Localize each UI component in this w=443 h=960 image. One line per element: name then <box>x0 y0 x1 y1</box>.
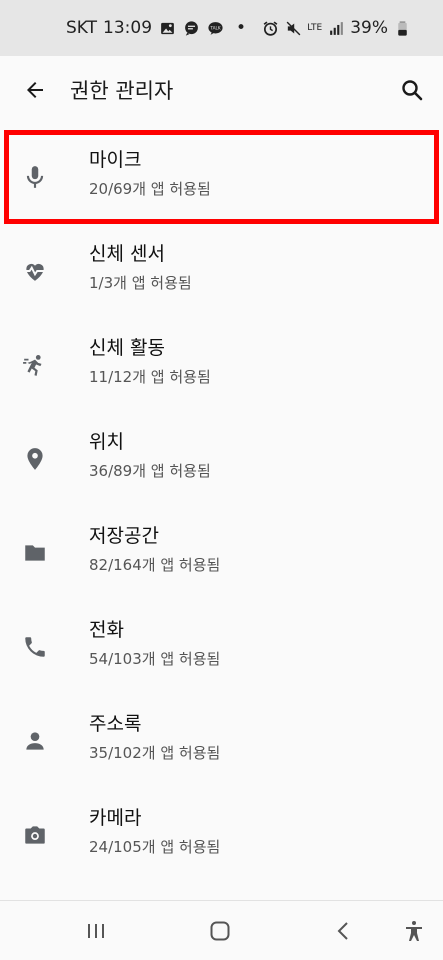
heart-rate-icon <box>21 257 49 285</box>
carrier-label: SKT <box>66 18 98 38</box>
permission-item-body-sensors[interactable]: 신체 센서 1/3개 앱 허용됨 <box>0 224 443 318</box>
permission-count: 1/3개 앱 허용됨 <box>89 274 192 292</box>
search-icon[interactable] <box>399 77 425 103</box>
message-icon <box>182 19 200 37</box>
status-bar: SKT 13:09 TALK • LTE 39% <box>0 0 443 56</box>
permission-item-storage[interactable]: 저장공간 82/164개 앱 허용됨 <box>0 506 443 600</box>
status-left: SKT 13:09 TALK • <box>66 18 246 38</box>
permission-text: 전화 54/103개 앱 허용됨 <box>89 618 220 670</box>
alarm-icon <box>261 19 279 37</box>
location-pin-icon <box>21 445 49 473</box>
microphone-icon <box>21 163 49 191</box>
mute-icon <box>284 19 302 37</box>
permission-name: 신체 활동 <box>89 337 165 359</box>
back-icon[interactable] <box>330 917 358 945</box>
permission-name: 마이크 <box>89 149 142 171</box>
recent-apps-icon[interactable] <box>82 917 110 945</box>
permission-text: 신체 센서 1/3개 앱 허용됨 <box>89 242 192 294</box>
kakaotalk-icon: TALK <box>206 19 224 37</box>
permission-count: 82/164개 앱 허용됨 <box>89 556 221 574</box>
phone-icon <box>21 633 49 661</box>
status-right: LTE 39% <box>261 18 411 38</box>
permission-count: 35/102개 앱 허용됨 <box>89 744 221 762</box>
permission-text: 위치 36/89개 앱 허용됨 <box>89 430 211 482</box>
permission-text: 신체 활동 11/12개 앱 허용됨 <box>89 336 211 388</box>
permission-text: 카메라 24/105개 앱 허용됨 <box>89 806 220 858</box>
home-icon[interactable] <box>206 917 234 945</box>
permission-text: 주소록 35/102개 앱 허용됨 <box>89 712 220 764</box>
permission-name: 위치 <box>89 431 124 453</box>
permission-text: 저장공간 82/164개 앱 허용됨 <box>89 524 220 576</box>
permission-count: 20/69개 앱 허용됨 <box>89 180 211 198</box>
permission-name: 신체 센서 <box>89 243 165 265</box>
permission-name: 카메라 <box>89 807 142 829</box>
permission-item-physical-activity[interactable]: 신체 활동 11/12개 앱 허용됨 <box>0 318 443 412</box>
permission-name: 주소록 <box>89 713 142 735</box>
permission-count: 36/89개 앱 허용됨 <box>89 462 211 480</box>
running-icon <box>21 351 49 379</box>
permission-list: 마이크 20/69개 앱 허용됨 신체 센서 1/3개 앱 허용됨 신체 활동 … <box>0 130 443 882</box>
camera-icon <box>21 821 49 849</box>
signal-icon <box>327 19 345 37</box>
svg-text:TALK: TALK <box>209 25 221 31</box>
page-title: 권한 관리자 <box>70 79 174 103</box>
permission-item-microphone[interactable]: 마이크 20/69개 앱 허용됨 <box>4 130 439 224</box>
permission-count: 24/105개 앱 허용됨 <box>89 838 221 856</box>
back-arrow-icon[interactable] <box>22 77 48 103</box>
permission-item-phone[interactable]: 전화 54/103개 앱 허용됨 <box>0 600 443 694</box>
app-bar: 권한 관리자 <box>0 56 443 124</box>
permission-name: 전화 <box>89 619 124 641</box>
network-type-label: LTE <box>307 22 323 33</box>
permission-item-camera[interactable]: 카메라 24/105개 앱 허용됨 <box>0 788 443 882</box>
folder-icon <box>21 539 49 567</box>
notification-dot: • <box>236 18 247 38</box>
permission-item-location[interactable]: 위치 36/89개 앱 허용됨 <box>0 412 443 506</box>
person-icon <box>21 727 49 755</box>
battery-percent: 39% <box>350 18 388 38</box>
clock: 13:09 <box>103 18 153 38</box>
battery-icon <box>393 19 411 37</box>
permission-count: 11/12개 앱 허용됨 <box>89 368 211 386</box>
permission-count: 54/103개 앱 허용됨 <box>89 650 221 668</box>
permission-name: 저장공간 <box>89 525 159 547</box>
navigation-bar <box>0 900 443 960</box>
accessibility-icon[interactable] <box>400 917 428 945</box>
permission-text: 마이크 20/69개 앱 허용됨 <box>89 148 211 200</box>
permission-item-contacts[interactable]: 주소록 35/102개 앱 허용됨 <box>0 694 443 788</box>
gallery-icon <box>158 19 176 37</box>
